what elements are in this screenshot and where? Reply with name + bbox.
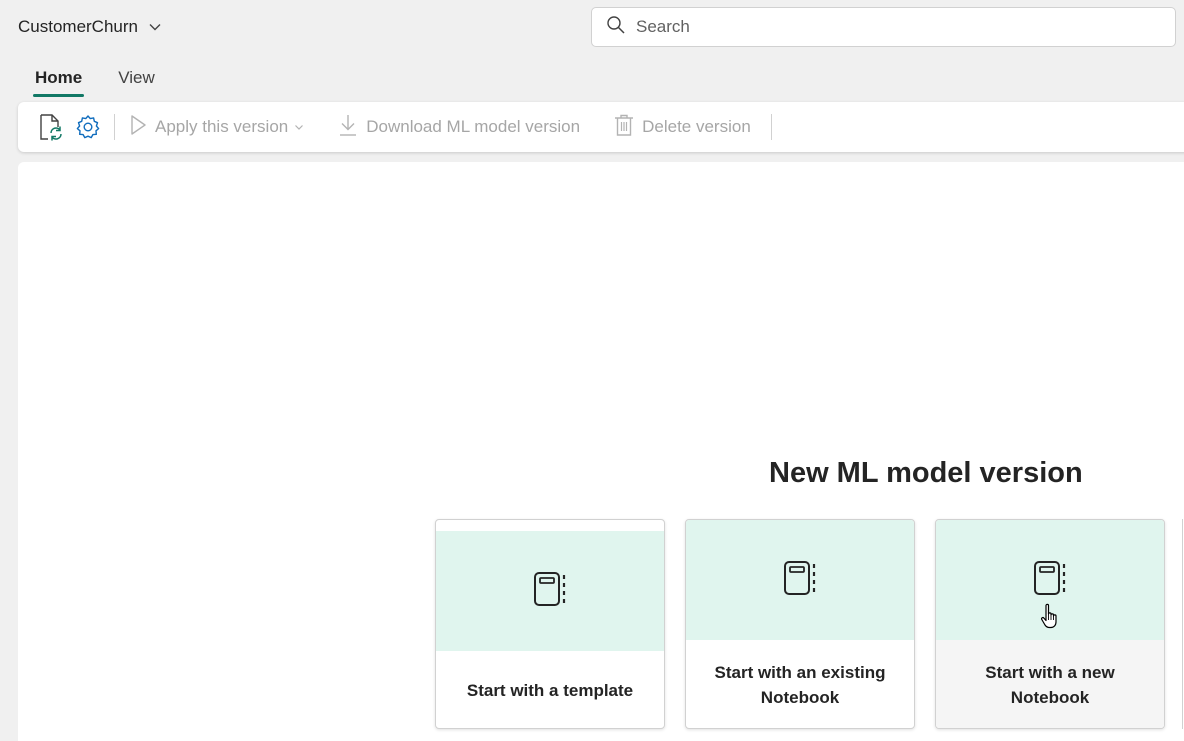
template-card[interactable]: Start with a template: [435, 519, 665, 729]
card-label: Start with a new Notebook: [936, 640, 1164, 728]
delete-version-button[interactable]: Delete version: [614, 113, 751, 142]
search-input[interactable]: [636, 17, 1175, 37]
card-label: Start with a template: [466, 680, 634, 700]
tab-view[interactable]: View: [116, 62, 157, 97]
toolbar: Apply this version Download ML model ver…: [18, 102, 1184, 152]
toolbar-divider: [770, 114, 772, 140]
card-banner: [436, 531, 664, 651]
notebook-icon: [1032, 559, 1068, 602]
ribbon-tabs: Home View: [33, 62, 189, 97]
notebook-icon: [782, 559, 818, 602]
refresh-file-icon[interactable]: [36, 113, 64, 141]
download-version-label: Download ML model version: [366, 117, 581, 136]
apply-version-button[interactable]: Apply this version: [129, 114, 304, 141]
search-icon: [606, 15, 626, 40]
toolbar-divider: [114, 114, 115, 140]
delete-version-label: Delete version: [642, 117, 751, 136]
download-version-button[interactable]: Download ML model version: [338, 113, 580, 142]
gear-icon[interactable]: [74, 113, 102, 141]
card-banner: [686, 520, 914, 640]
workspace-title: CustomerChurn: [18, 17, 138, 36]
workspace-selector[interactable]: CustomerChurn: [18, 17, 162, 37]
page-title: New ML model version: [769, 457, 1083, 489]
search-box[interactable]: [591, 7, 1176, 47]
apply-version-label: Apply this version: [155, 117, 289, 136]
existing-notebook-card[interactable]: Start with an existing Notebook: [685, 519, 915, 729]
card-label: Start with an existing Notebook: [714, 663, 886, 707]
notebook-icon: [532, 570, 568, 613]
download-icon: [338, 113, 358, 142]
hand-cursor-icon: [1040, 603, 1060, 634]
play-icon: [129, 114, 147, 141]
chevron-down-icon: [148, 20, 162, 34]
trash-icon: [614, 113, 634, 142]
chevron-down-icon: [294, 117, 304, 137]
tab-home[interactable]: Home: [33, 62, 85, 97]
